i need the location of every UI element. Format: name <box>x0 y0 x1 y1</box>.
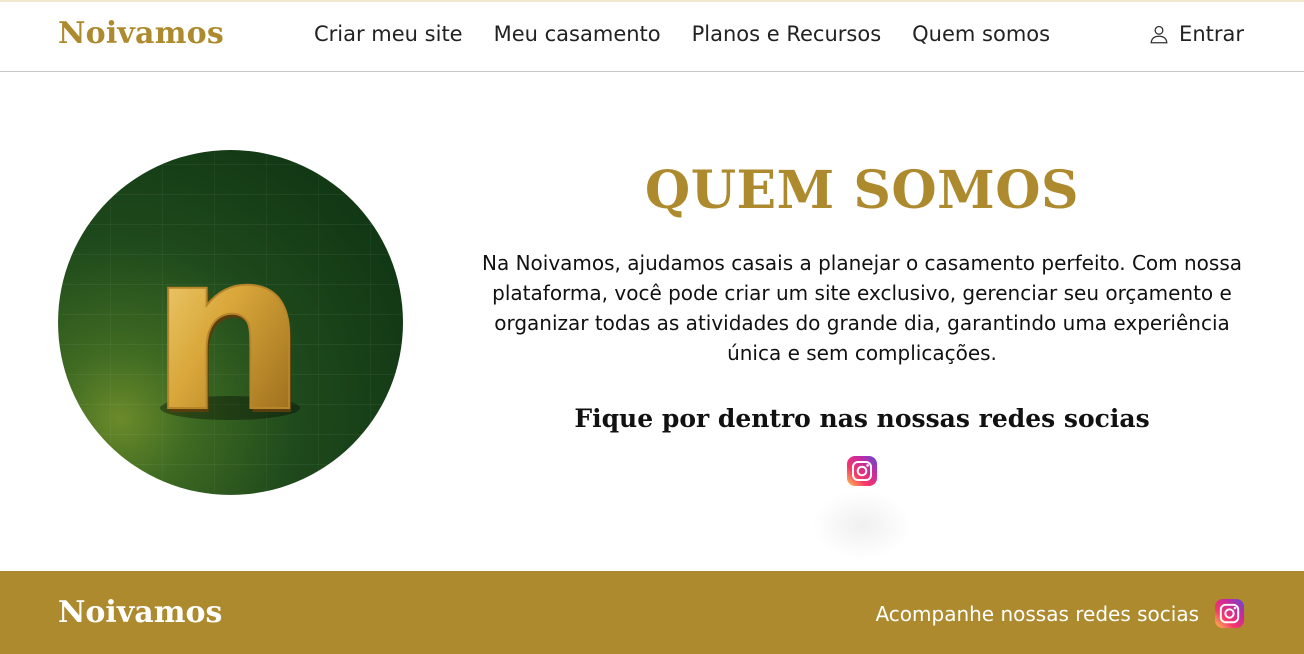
site-logo[interactable]: Noivamos <box>58 16 224 51</box>
site-header: Noivamos Criar meu site Meu casamento Pl… <box>0 2 1304 72</box>
main-nav: Criar meu site Meu casamento Planos e Re… <box>314 22 1050 46</box>
golden-letter: n <box>150 204 307 460</box>
nav-criar-meu-site[interactable]: Criar meu site <box>314 22 463 46</box>
social-heading: Fique por dentro nas nossas redes socias <box>574 404 1150 433</box>
nav-planos-e-recursos[interactable]: Planos e Recursos <box>692 22 882 46</box>
footer-logo[interactable]: Noivamos <box>58 595 222 630</box>
site-footer: Noivamos Acompanhe nossas redes socias <box>0 571 1304 654</box>
nav-meu-casamento[interactable]: Meu casamento <box>494 22 661 46</box>
instagram-icon[interactable] <box>846 455 878 487</box>
login-label: Entrar <box>1179 22 1244 46</box>
footer-social: Acompanhe nossas redes socias <box>875 598 1245 629</box>
login-button[interactable]: Entrar <box>1148 22 1244 46</box>
golden-letter-graphic: n n <box>149 203 309 464</box>
about-section: QUEM SOMOS Na Noivamos, ajudamos casais … <box>470 160 1254 433</box>
about-description: Na Noivamos, ajudamos casais a planejar … <box>482 251 1242 365</box>
instagram-shadow <box>812 490 912 560</box>
about-title: QUEM SOMOS <box>644 160 1080 221</box>
nav-quem-somos[interactable]: Quem somos <box>912 22 1050 46</box>
user-icon <box>1150 25 1168 44</box>
about-image: n n <box>58 150 403 495</box>
instagram-icon[interactable] <box>1214 598 1245 629</box>
footer-social-text: Acompanhe nossas redes socias <box>875 601 1199 626</box>
